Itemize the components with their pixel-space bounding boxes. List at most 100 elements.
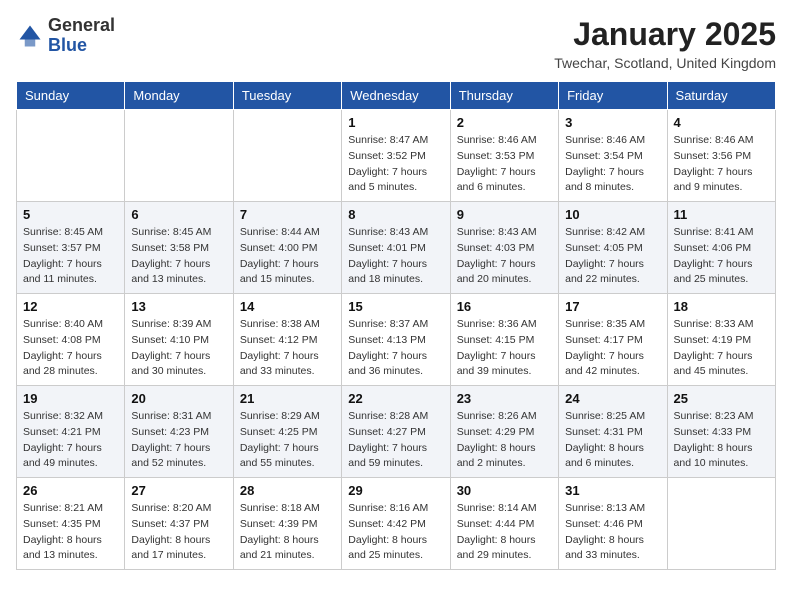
weekday-header-row: SundayMondayTuesdayWednesdayThursdayFrid… [17, 82, 776, 110]
weekday-header-thursday: Thursday [450, 82, 558, 110]
page-header: General Blue January 2025 Twechar, Scotl… [16, 16, 776, 71]
calendar-week-2: 5Sunrise: 8:45 AM Sunset: 3:57 PM Daylig… [17, 202, 776, 294]
day-number: 4 [674, 115, 769, 130]
day-detail: Sunrise: 8:29 AM Sunset: 4:25 PM Dayligh… [240, 409, 335, 472]
day-detail: Sunrise: 8:26 AM Sunset: 4:29 PM Dayligh… [457, 409, 552, 472]
day-number: 16 [457, 299, 552, 314]
calendar-cell: 18 Sunrise: 8:33 AM Sunset: 4:19 PM Dayli… [667, 294, 775, 386]
calendar-cell: 4Sunrise: 8:46 AM Sunset: 3:56 PM Daylig… [667, 110, 775, 202]
calendar-cell: 23Sunrise: 8:26 AM Sunset: 4:29 PM Dayli… [450, 386, 558, 478]
weekday-header-saturday: Saturday [667, 82, 775, 110]
calendar-table: SundayMondayTuesdayWednesdayThursdayFrid… [16, 81, 776, 570]
day-number: 25 [674, 391, 769, 406]
calendar-cell: 28 Sunrise: 8:18 AM Sunset: 4:39 PM Dayli… [233, 478, 341, 570]
day-detail: Sunrise: 8:13 AM Sunset: 4:46 PM Dayligh… [565, 501, 660, 564]
day-detail: Sunrise: 8:43 AM Sunset: 4:01 PM Dayligh… [348, 225, 443, 288]
day-detail: Sunrise: 8:20 AM Sunset: 4:37 PM Dayligh… [131, 501, 226, 564]
day-number: 5 [23, 207, 118, 222]
location: Twechar, Scotland, United Kingdom [554, 55, 776, 71]
weekday-header-friday: Friday [559, 82, 667, 110]
calendar-cell [667, 478, 775, 570]
day-number: 2 [457, 115, 552, 130]
calendar-cell: 24 Sunrise: 8:25 AM Sunset: 4:31 PM Dayli… [559, 386, 667, 478]
day-detail: Sunrise: 8:14 AM Sunset: 4:44 PM Dayligh… [457, 501, 552, 564]
calendar-week-3: 12 Sunrise: 8:40 AM Sunset: 4:08 PM Dayli… [17, 294, 776, 386]
calendar-cell: 17 Sunrise: 8:35 AM Sunset: 4:17 PM Dayli… [559, 294, 667, 386]
calendar-cell: 7 Sunrise: 8:44 AM Sunset: 4:00 PM Daylig… [233, 202, 341, 294]
calendar-cell: 5Sunrise: 8:45 AM Sunset: 3:57 PM Daylig… [17, 202, 125, 294]
day-number: 19 [23, 391, 118, 406]
calendar-cell: 2Sunrise: 8:46 AM Sunset: 3:53 PM Daylig… [450, 110, 558, 202]
day-detail: Sunrise: 8:37 AM Sunset: 4:13 PM Dayligh… [348, 317, 443, 380]
day-detail: Sunrise: 8:35 AM Sunset: 4:17 PM Dayligh… [565, 317, 660, 380]
calendar-cell: 13Sunrise: 8:39 AM Sunset: 4:10 PM Dayli… [125, 294, 233, 386]
day-number: 6 [131, 207, 226, 222]
month-title: January 2025 [554, 16, 776, 53]
day-number: 29 [348, 483, 443, 498]
weekday-header-wednesday: Wednesday [342, 82, 450, 110]
calendar-cell: 27 Sunrise: 8:20 AM Sunset: 4:37 PM Dayli… [125, 478, 233, 570]
day-detail: Sunrise: 8:23 AM Sunset: 4:33 PM Dayligh… [674, 409, 769, 472]
day-number: 27 [131, 483, 226, 498]
calendar-cell: 20 Sunrise: 8:31 AM Sunset: 4:23 PM Dayli… [125, 386, 233, 478]
day-number: 28 [240, 483, 335, 498]
calendar-week-1: 1Sunrise: 8:47 AM Sunset: 3:52 PM Daylig… [17, 110, 776, 202]
day-detail: Sunrise: 8:28 AM Sunset: 4:27 PM Dayligh… [348, 409, 443, 472]
calendar-cell: 29Sunrise: 8:16 AM Sunset: 4:42 PM Dayli… [342, 478, 450, 570]
day-number: 17 [565, 299, 660, 314]
day-number: 7 [240, 207, 335, 222]
calendar-week-5: 26 Sunrise: 8:21 AM Sunset: 4:35 PM Dayli… [17, 478, 776, 570]
day-detail: Sunrise: 8:33 AM Sunset: 4:19 PM Dayligh… [674, 317, 769, 380]
weekday-header-monday: Monday [125, 82, 233, 110]
day-detail: Sunrise: 8:44 AM Sunset: 4:00 PM Dayligh… [240, 225, 335, 288]
calendar-cell: 11 Sunrise: 8:41 AM Sunset: 4:06 PM Dayli… [667, 202, 775, 294]
day-number: 26 [23, 483, 118, 498]
title-area: January 2025 Twechar, Scotland, United K… [554, 16, 776, 71]
day-number: 30 [457, 483, 552, 498]
day-detail: Sunrise: 8:36 AM Sunset: 4:15 PM Dayligh… [457, 317, 552, 380]
calendar-cell: 12 Sunrise: 8:40 AM Sunset: 4:08 PM Dayli… [17, 294, 125, 386]
weekday-header-sunday: Sunday [17, 82, 125, 110]
day-detail: Sunrise: 8:42 AM Sunset: 4:05 PM Dayligh… [565, 225, 660, 288]
calendar-week-4: 19 Sunrise: 8:32 AM Sunset: 4:21 PM Dayli… [17, 386, 776, 478]
day-number: 9 [457, 207, 552, 222]
calendar-cell: 9Sunrise: 8:43 AM Sunset: 4:03 PM Daylig… [450, 202, 558, 294]
day-number: 8 [348, 207, 443, 222]
calendar-cell: 16 Sunrise: 8:36 AM Sunset: 4:15 PM Dayli… [450, 294, 558, 386]
calendar-cell [17, 110, 125, 202]
day-detail: Sunrise: 8:31 AM Sunset: 4:23 PM Dayligh… [131, 409, 226, 472]
day-detail: Sunrise: 8:47 AM Sunset: 3:52 PM Dayligh… [348, 133, 443, 196]
day-number: 3 [565, 115, 660, 130]
calendar-cell: 15Sunrise: 8:37 AM Sunset: 4:13 PM Dayli… [342, 294, 450, 386]
calendar-cell [125, 110, 233, 202]
day-number: 12 [23, 299, 118, 314]
calendar-cell: 19 Sunrise: 8:32 AM Sunset: 4:21 PM Dayli… [17, 386, 125, 478]
calendar-cell: 10 Sunrise: 8:42 AM Sunset: 4:05 PM Dayli… [559, 202, 667, 294]
calendar-cell: 30 Sunrise: 8:14 AM Sunset: 4:44 PM Dayli… [450, 478, 558, 570]
calendar-cell: 22 Sunrise: 8:28 AM Sunset: 4:27 PM Dayli… [342, 386, 450, 478]
calendar-cell: 6 Sunrise: 8:45 AM Sunset: 3:58 PM Daylig… [125, 202, 233, 294]
day-number: 22 [348, 391, 443, 406]
calendar-cell [233, 110, 341, 202]
day-detail: Sunrise: 8:18 AM Sunset: 4:39 PM Dayligh… [240, 501, 335, 564]
day-number: 18 [674, 299, 769, 314]
calendar-cell: 21Sunrise: 8:29 AM Sunset: 4:25 PM Dayli… [233, 386, 341, 478]
calendar-cell: 14Sunrise: 8:38 AM Sunset: 4:12 PM Dayli… [233, 294, 341, 386]
day-detail: Sunrise: 8:32 AM Sunset: 4:21 PM Dayligh… [23, 409, 118, 472]
day-number: 20 [131, 391, 226, 406]
logo: General Blue [16, 16, 115, 56]
day-number: 10 [565, 207, 660, 222]
day-detail: Sunrise: 8:40 AM Sunset: 4:08 PM Dayligh… [23, 317, 118, 380]
day-detail: Sunrise: 8:21 AM Sunset: 4:35 PM Dayligh… [23, 501, 118, 564]
calendar-cell: 25 Sunrise: 8:23 AM Sunset: 4:33 PM Dayli… [667, 386, 775, 478]
day-number: 14 [240, 299, 335, 314]
day-detail: Sunrise: 8:39 AM Sunset: 4:10 PM Dayligh… [131, 317, 226, 380]
logo-icon [16, 22, 44, 50]
day-detail: Sunrise: 8:41 AM Sunset: 4:06 PM Dayligh… [674, 225, 769, 288]
day-number: 11 [674, 207, 769, 222]
day-number: 24 [565, 391, 660, 406]
weekday-header-tuesday: Tuesday [233, 82, 341, 110]
day-detail: Sunrise: 8:25 AM Sunset: 4:31 PM Dayligh… [565, 409, 660, 472]
day-detail: Sunrise: 8:45 AM Sunset: 3:58 PM Dayligh… [131, 225, 226, 288]
day-number: 31 [565, 483, 660, 498]
